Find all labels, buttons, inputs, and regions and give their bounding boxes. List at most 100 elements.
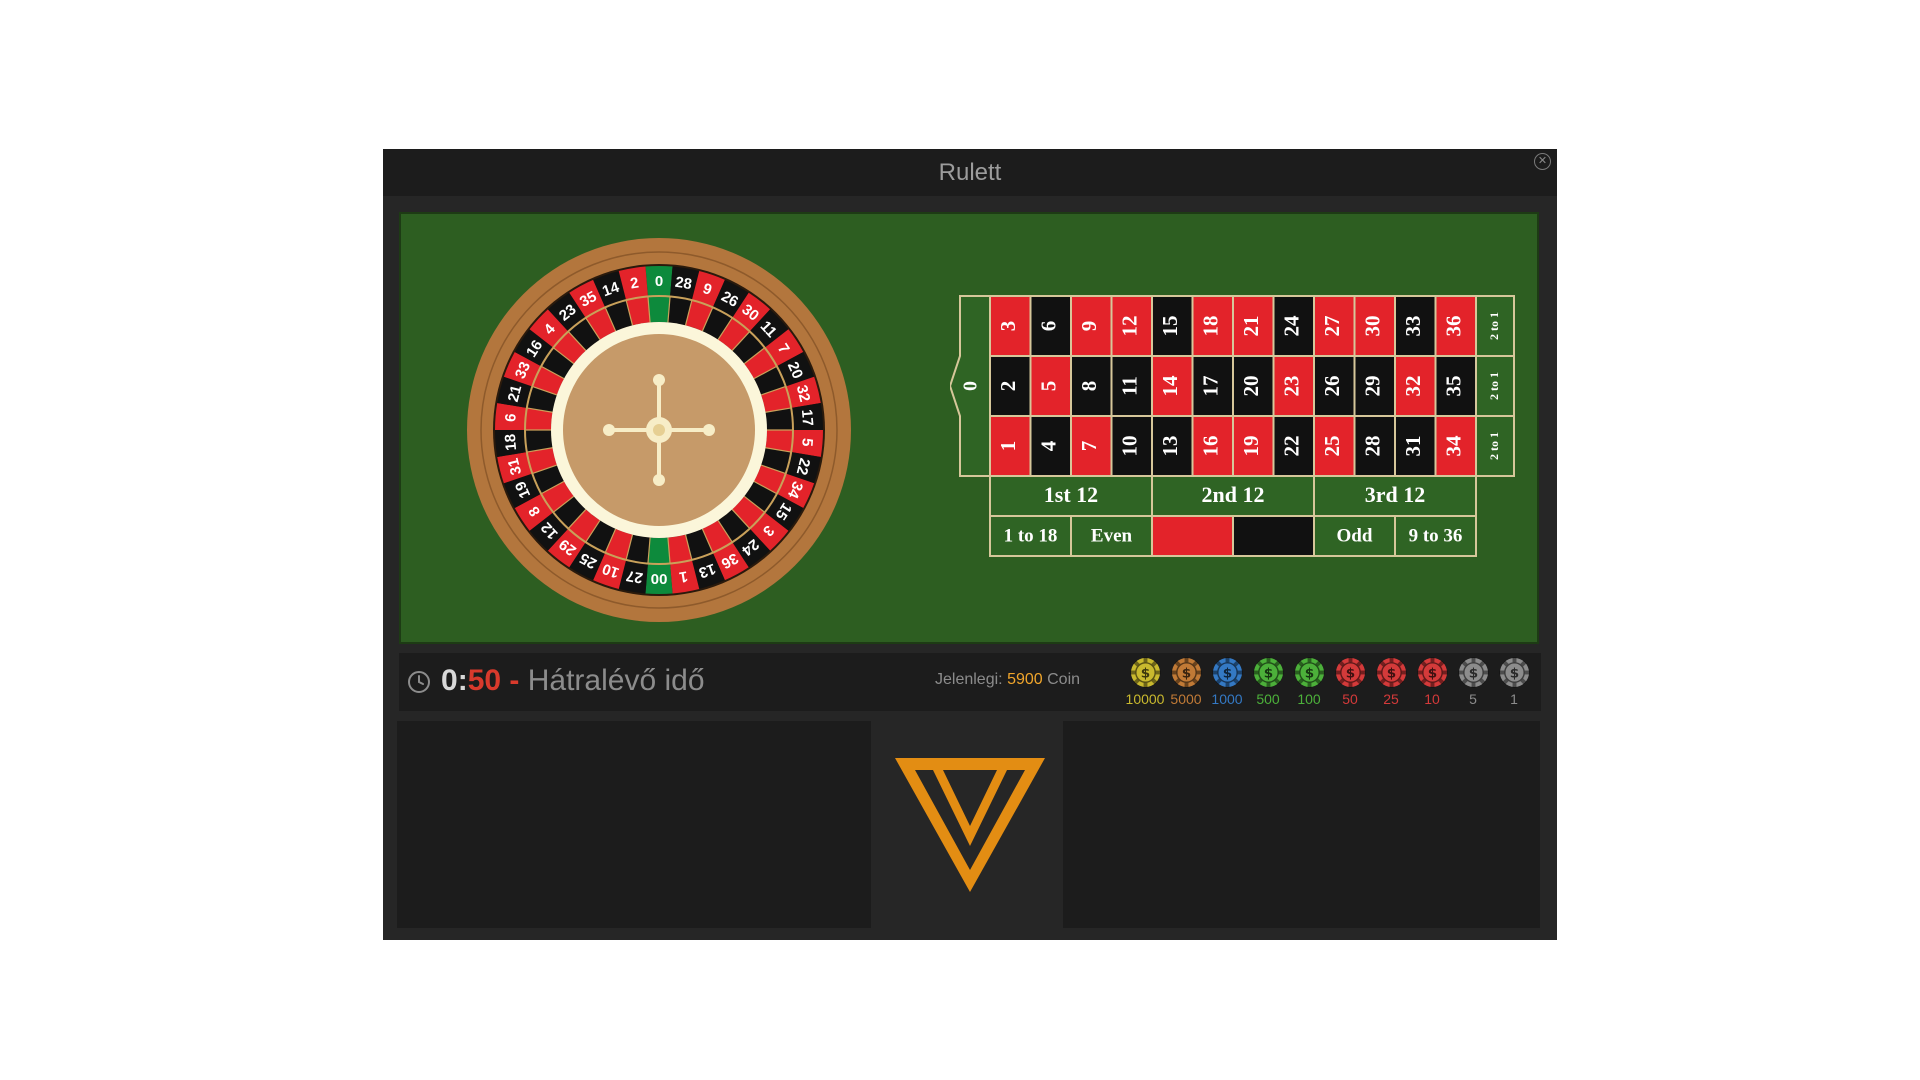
dollar-chip-icon: $ xyxy=(1458,657,1489,688)
roulette-wheel[interactable]: 0 28 9 263011720321752234153243613100271025… xyxy=(466,237,852,623)
dollar-chip-icon: $ xyxy=(1130,657,1161,688)
countdown-timer: 0:50 - Hátralévő idő xyxy=(441,663,705,699)
bet-number-label: 24 xyxy=(1280,315,1304,337)
clock-icon xyxy=(408,671,430,693)
betting-board: 03 6 9 12 15 18 21 24 27 30 33 362 5 8 11 14 17 20 23 26 29 3… xyxy=(950,295,1515,557)
bet-high-label: 9 to 36 xyxy=(1409,525,1463,546)
bet-number-label: 29 xyxy=(1361,376,1385,397)
bet-number-label: 5 xyxy=(1037,381,1061,392)
svg-text:$: $ xyxy=(1428,665,1437,681)
chip-10[interactable]: $10 xyxy=(1412,657,1452,709)
bet-dozen-label: 3rd 12 xyxy=(1365,482,1426,507)
timer-dash: - xyxy=(509,664,520,697)
bet-number-label: 33 xyxy=(1401,316,1425,337)
bet-zero-label: 0 xyxy=(960,381,982,391)
wheel-pocket-number: 00 xyxy=(651,570,668,587)
bet-number-label: 12 xyxy=(1118,316,1142,337)
balance-amount: 5900 xyxy=(1007,671,1043,688)
wheel-pocket-number: 18 xyxy=(502,433,520,451)
bet-number-label: 18 xyxy=(1199,316,1223,337)
close-icon[interactable]: ✕ xyxy=(1534,153,1551,170)
timer-seconds: 50 xyxy=(467,664,502,697)
wheel-pocket-number: 5 xyxy=(798,437,816,447)
chip-5000[interactable]: $5000 xyxy=(1166,657,1206,709)
bet-number-label: 34 xyxy=(1442,435,1466,457)
title-bar: Rulett ✕ xyxy=(383,149,1557,196)
balance-unit: Coin xyxy=(1047,671,1081,688)
svg-text:$: $ xyxy=(1469,665,1478,681)
triangle-logo-icon xyxy=(895,758,1045,892)
wheel-pocket-number: 27 xyxy=(625,567,644,587)
window-title: Rulett xyxy=(938,159,1002,186)
balance-label: Jelenlegi: xyxy=(935,671,1003,688)
balance: Jelenlegi: 5900 Coin xyxy=(935,671,1080,689)
bet-number-label: 25 xyxy=(1320,436,1344,457)
chip-5[interactable]: $5 xyxy=(1453,657,1493,709)
bet-number-label: 6 xyxy=(1037,321,1061,332)
svg-text:$: $ xyxy=(1223,665,1232,681)
bet-number-label: 7 xyxy=(1077,441,1101,452)
bet-number-label: 14 xyxy=(1158,375,1182,397)
dollar-chip-icon: $ xyxy=(1294,657,1325,688)
bet-number-label: 10 xyxy=(1118,436,1142,457)
bet-number-label: 17 xyxy=(1199,376,1223,397)
dollar-chip-icon: $ xyxy=(1253,657,1284,688)
chip-500[interactable]: $500 xyxy=(1248,657,1288,709)
dollar-chip-icon: $ xyxy=(1212,657,1243,688)
timer-minutes: 0 xyxy=(441,664,458,697)
bet-number-label: 36 xyxy=(1442,316,1466,337)
bet-dozen-label: 2nd 12 xyxy=(1202,482,1265,507)
chip-10000[interactable]: $10000 xyxy=(1125,657,1165,709)
dollar-chip-icon: $ xyxy=(1376,657,1407,688)
right-info-panel xyxy=(1063,721,1540,928)
bet-number-label: 3 xyxy=(996,321,1020,332)
svg-text:$: $ xyxy=(1387,665,1396,681)
svg-text:$: $ xyxy=(1346,665,1355,681)
bet-number-label: 1 xyxy=(996,441,1020,452)
dollar-chip-icon: $ xyxy=(1171,657,1202,688)
bet-column-label: 2 to 1 xyxy=(1487,312,1501,340)
chip-100[interactable]: $100 xyxy=(1289,657,1329,709)
bet-number-label: 35 xyxy=(1442,376,1466,397)
bet-odd-label: Odd xyxy=(1337,525,1373,546)
bet-number-label: 23 xyxy=(1280,376,1304,397)
bet-number-label: 31 xyxy=(1401,436,1425,457)
bet-number-label: 22 xyxy=(1280,436,1304,457)
bet-number-label: 28 xyxy=(1361,436,1385,457)
bet-number-label: 21 xyxy=(1239,316,1263,337)
bet-black[interactable] xyxy=(1232,515,1315,557)
bet-number-label: 13 xyxy=(1158,436,1182,457)
svg-text:$: $ xyxy=(1264,665,1273,681)
dollar-chip-icon: $ xyxy=(1417,657,1448,688)
svg-text:$: $ xyxy=(1141,665,1150,681)
bet-number-label: 15 xyxy=(1158,316,1182,337)
timer-separator: : xyxy=(457,664,468,697)
wheel-pocket-number: 0 xyxy=(655,273,663,290)
bet-number-label: 16 xyxy=(1199,436,1223,457)
bet-column-label: 2 to 1 xyxy=(1487,432,1501,460)
bet-number-label: 26 xyxy=(1320,376,1344,397)
bet-number-label: 19 xyxy=(1239,436,1263,457)
svg-text:$: $ xyxy=(1182,665,1191,681)
wheel-pocket-number: 28 xyxy=(674,274,693,294)
chip-1[interactable]: $1 xyxy=(1494,657,1534,709)
bet-number-label: 32 xyxy=(1401,376,1425,397)
dollar-chip-icon: $ xyxy=(1335,657,1366,688)
bet-number-label: 4 xyxy=(1037,440,1061,451)
timer-label: Hátralévő idő xyxy=(527,664,705,697)
chip-25[interactable]: $25 xyxy=(1371,657,1411,709)
bet-number-label: 2 xyxy=(996,381,1020,392)
left-info-panel xyxy=(397,721,871,928)
chip-1000[interactable]: $1000 xyxy=(1207,657,1247,709)
svg-text:$: $ xyxy=(1510,665,1519,681)
dollar-chip-icon: $ xyxy=(1499,657,1530,688)
status-bar: 0:50 - Hátralévő idő Jelenlegi: 5900 Coi… xyxy=(399,653,1541,711)
bet-number-label: 30 xyxy=(1361,316,1385,337)
chip-value-label: 1 xyxy=(1510,691,1518,707)
bet-low-label: 1 to 18 xyxy=(1004,525,1058,546)
bet-red[interactable] xyxy=(1151,515,1234,557)
bet-number-label: 27 xyxy=(1320,316,1344,337)
bet-number-label: 9 xyxy=(1077,321,1101,332)
chip-50[interactable]: $50 xyxy=(1330,657,1370,709)
wheel-pocket-number: 17 xyxy=(798,409,816,427)
